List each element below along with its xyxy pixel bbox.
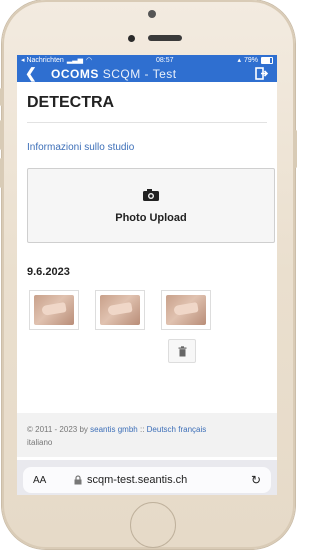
app-title: OCOMS SCQM - Test bbox=[51, 67, 177, 81]
photo-thumbnail[interactable] bbox=[29, 290, 79, 330]
app-title-env: SCQM - Test bbox=[102, 66, 177, 81]
mute-switch bbox=[0, 88, 3, 106]
logout-icon[interactable] bbox=[255, 67, 269, 80]
battery-icon bbox=[260, 56, 273, 64]
page-title: DETECTRA bbox=[27, 94, 115, 111]
photo-upload-button[interactable]: Photo Upload bbox=[27, 168, 275, 243]
wifi-icon: ◠ bbox=[85, 57, 93, 64]
app-title-brand: OCOMS bbox=[51, 66, 99, 81]
reload-icon[interactable]: ↻ bbox=[251, 473, 261, 487]
photo-thumbnail[interactable] bbox=[161, 290, 211, 330]
back-button[interactable]: ❮ bbox=[25, 65, 41, 82]
back-to-app-label[interactable]: ◂ Nachrichten bbox=[21, 56, 64, 64]
main-content: DETECTRA Informazioni sullo studio Photo… bbox=[17, 82, 277, 363]
status-bar: ◂ Nachrichten ▂▃▅ ◠ 08:57 ▴ 79% bbox=[17, 55, 277, 65]
copyright-text: © 2011 - 2023 by bbox=[27, 425, 88, 434]
lang-current-it: italiano bbox=[27, 438, 53, 447]
power-button bbox=[294, 130, 297, 168]
trash-icon bbox=[178, 345, 186, 356]
camera-icon bbox=[143, 188, 159, 201]
camera-dot bbox=[128, 35, 135, 42]
location-icon: ▴ bbox=[237, 57, 241, 64]
footer-separator: :: bbox=[139, 425, 145, 434]
hand-photo bbox=[34, 295, 74, 325]
lang-link-fr[interactable]: français bbox=[178, 425, 206, 434]
url-field[interactable]: AA scqm-test.seantis.ch ↻ bbox=[23, 467, 271, 493]
title-divider bbox=[27, 122, 267, 123]
signal-icon: ▂▃▅ bbox=[66, 57, 83, 64]
url-text: scqm-test.seantis.ch bbox=[87, 474, 188, 486]
phone-frame: ◂ Nachrichten ▂▃▅ ◠ 08:57 ▴ 79% ❮ OCOMS … bbox=[0, 0, 297, 549]
photo-thumbnails bbox=[29, 290, 267, 330]
lock-icon bbox=[74, 475, 82, 485]
delete-photo-button[interactable] bbox=[168, 339, 196, 363]
app-header: ❮ OCOMS SCQM - Test bbox=[17, 65, 277, 82]
page-footer: © 2011 - 2023 by seantis gmbh :: Deutsch… bbox=[17, 413, 277, 457]
hand-photo bbox=[166, 295, 206, 325]
front-camera bbox=[148, 10, 156, 18]
volume-up-button bbox=[0, 120, 3, 150]
earpiece-speaker bbox=[148, 35, 182, 41]
hand-photo bbox=[100, 295, 140, 325]
study-info-link[interactable]: Informazioni sullo studio bbox=[27, 142, 134, 153]
phone-screen: ◂ Nachrichten ▂▃▅ ◠ 08:57 ▴ 79% ❮ OCOMS … bbox=[17, 55, 277, 495]
battery-percent: 79% bbox=[243, 56, 258, 64]
browser-address-bar: AA scqm-test.seantis.ch ↻ bbox=[17, 460, 277, 495]
photo-upload-label: Photo Upload bbox=[115, 211, 187, 224]
home-button[interactable] bbox=[130, 502, 176, 548]
photo-thumbnail[interactable] bbox=[95, 290, 145, 330]
company-link[interactable]: seantis gmbh bbox=[90, 425, 138, 434]
status-time: 08:57 bbox=[156, 56, 174, 64]
photo-date-heading: 9.6.2023 bbox=[27, 266, 70, 278]
reader-settings-button[interactable]: AA bbox=[33, 475, 73, 486]
volume-down-button bbox=[0, 158, 3, 188]
lang-link-de[interactable]: Deutsch bbox=[147, 425, 176, 434]
